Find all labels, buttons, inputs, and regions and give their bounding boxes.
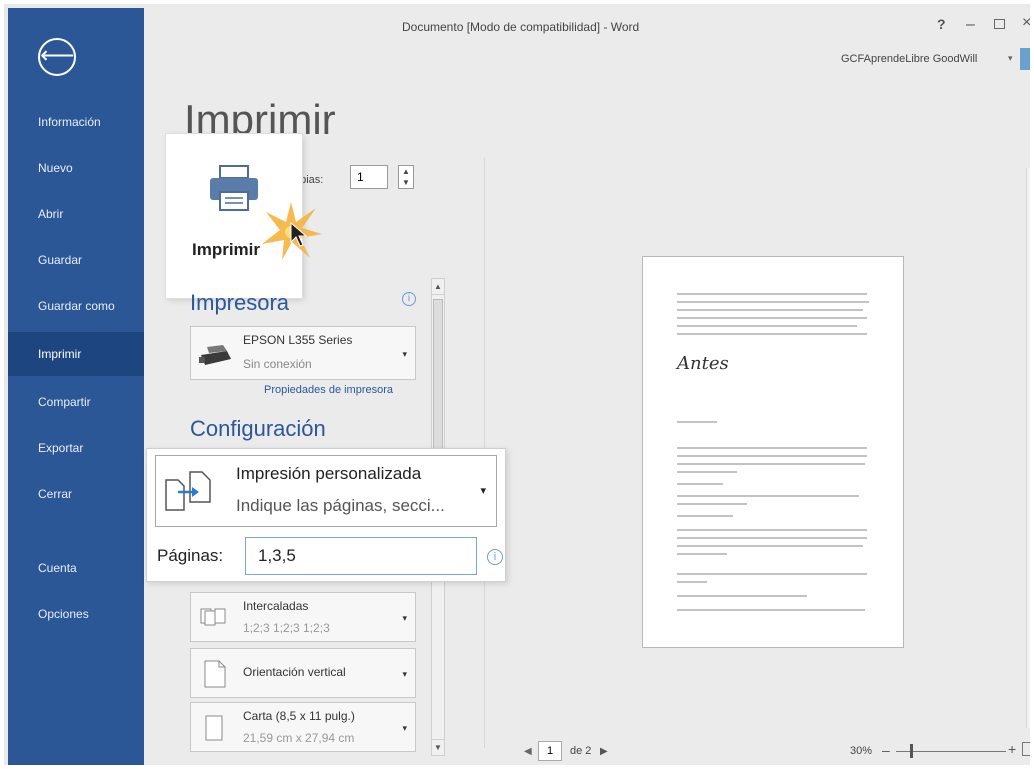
back-button[interactable]: ⟵	[38, 38, 76, 76]
collate-title: Intercaladas	[243, 599, 309, 613]
custom-print-subtitle: Indique las páginas, secci...	[236, 496, 445, 515]
info-icon[interactable]: i	[402, 292, 416, 306]
printer-name: EPSON L355 Series	[243, 333, 353, 347]
sidebar-item-informacion[interactable]: Información	[8, 102, 144, 142]
custom-print-icon	[165, 471, 211, 511]
chevron-down-icon: ▾	[402, 613, 407, 623]
paper-size-dropdown[interactable]: Carta (8,5 x 11 pulg.) 21,59 cm x 27,94 …	[190, 702, 416, 752]
collate-icon	[200, 608, 226, 626]
print-button[interactable]: Imprimir	[166, 134, 322, 298]
sidebar-item-opciones[interactable]: Opciones	[8, 594, 144, 634]
zoom-to-page-icon[interactable]	[1022, 742, 1030, 756]
user-name[interactable]: GCFAprendeLibre GoodWill	[841, 53, 977, 65]
current-page-input[interactable]: 1	[538, 741, 562, 761]
previous-page-icon[interactable]: ◀	[524, 746, 532, 757]
sidebar-item-cerrar[interactable]: Cerrar	[8, 474, 144, 514]
sidebar-item-abrir[interactable]: Abrir	[8, 194, 144, 234]
print-preview-page: Antes	[642, 256, 904, 648]
maximize-button[interactable]	[994, 19, 1005, 29]
portrait-icon	[204, 660, 226, 688]
close-button[interactable]: ×	[1022, 14, 1030, 32]
paper-size-icon	[205, 715, 223, 741]
sidebar-item-imprimir[interactable]: Imprimir	[8, 332, 144, 376]
custom-print-panel: Impresión personalizada Indique las pági…	[146, 448, 506, 582]
app-frame: ⟵ Información Nuevo Abrir Guardar Guarda…	[0, 0, 1034, 769]
orientation-title: Orientación vertical	[243, 665, 346, 679]
custom-print-title: Impresión personalizada	[236, 464, 422, 483]
zoom-out-button[interactable]: –	[882, 742, 890, 758]
user-caret-icon[interactable]: ▾	[1008, 53, 1013, 64]
printer-device-icon	[199, 345, 231, 365]
pages-label: Páginas:	[157, 546, 224, 565]
cursor-icon	[290, 222, 308, 247]
zoom-slider-thumb[interactable]	[910, 744, 913, 758]
pages-mode-dropdown[interactable]: Impresión personalizada Indique las pági…	[155, 455, 497, 527]
printer-heading: Impresora	[190, 290, 290, 315]
backstage-sidebar: ⟵ Información Nuevo Abrir Guardar Guarda…	[8, 8, 144, 765]
sidebar-item-compartir[interactable]: Compartir	[8, 382, 144, 422]
copies-spinner[interactable]: ▲ ▼	[398, 165, 414, 189]
printer-status: Sin conexión	[243, 357, 312, 371]
collate-dropdown[interactable]: Intercaladas 1;2;3 1;2;3 1;2;3 ▾	[190, 592, 416, 642]
avatar[interactable]	[1020, 48, 1030, 70]
chevron-down-icon: ▾	[402, 349, 407, 359]
configuration-heading: Configuración	[190, 416, 326, 441]
info-icon[interactable]: i	[487, 549, 503, 565]
help-button[interactable]: ?	[937, 16, 946, 32]
chevron-down-icon: ▾	[402, 669, 407, 679]
window-title: Documento [Modo de compatibilidad] - Wor…	[402, 20, 640, 34]
copies-input[interactable]: 1	[350, 165, 388, 189]
zoom-in-button[interactable]: +	[1008, 741, 1016, 757]
minimize-button[interactable]: –	[966, 16, 975, 34]
sidebar-item-guardar-como[interactable]: Guardar como	[8, 286, 144, 326]
printer-dropdown[interactable]: EPSON L355 Series Sin conexión ▾	[190, 326, 416, 380]
sidebar-item-exportar[interactable]: Exportar	[8, 428, 144, 468]
printer-properties-link[interactable]: Propiedades de impresora	[264, 384, 393, 396]
sidebar-item-nuevo[interactable]: Nuevo	[8, 148, 144, 188]
paper-size-sub: 21,59 cm x 27,94 cm	[243, 731, 355, 745]
scroll-down-icon[interactable]: ▼	[432, 739, 444, 755]
sidebar-item-cuenta[interactable]: Cuenta	[8, 548, 144, 588]
sidebar-item-guardar[interactable]: Guardar	[8, 240, 144, 280]
print-button-label: Imprimir	[192, 240, 261, 259]
chevron-down-icon: ▾	[480, 485, 486, 497]
chevron-down-icon: ▾	[402, 723, 407, 733]
page-count: de 2	[570, 745, 592, 757]
pages-input[interactable]: 1,3,5	[245, 537, 477, 575]
next-page-icon[interactable]: ▶	[600, 746, 608, 757]
preview-scrollbar[interactable]	[1026, 168, 1030, 728]
page-signature: Antes	[677, 353, 729, 374]
paper-size-title: Carta (8,5 x 11 pulg.)	[243, 709, 355, 723]
back-arrow-icon: ⟵	[40, 42, 75, 69]
main-area: Documento [Modo de compatibilidad] - Wor…	[144, 8, 1030, 765]
collate-sub: 1;2;3 1;2;3 1;2;3	[243, 621, 330, 635]
zoom-level[interactable]: 30%	[850, 745, 872, 757]
orientation-dropdown[interactable]: Orientación vertical ▾	[190, 648, 416, 698]
printer-icon	[210, 165, 258, 211]
scroll-up-icon[interactable]: ▲	[432, 279, 444, 295]
